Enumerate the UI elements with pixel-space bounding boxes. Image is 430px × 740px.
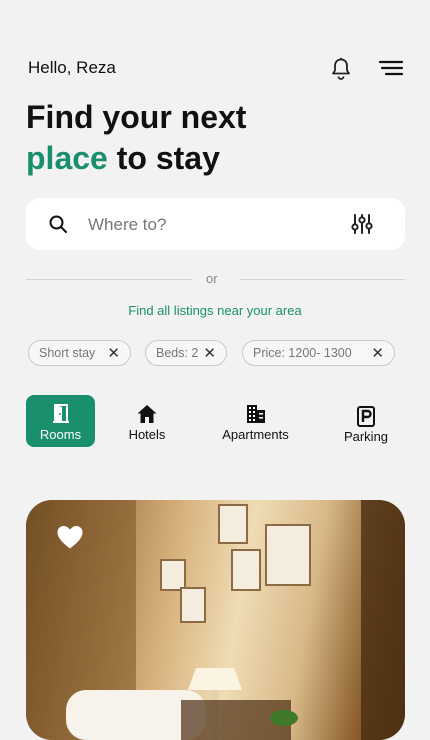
greeting: Hello, Reza bbox=[28, 58, 116, 77]
filter-chip-label: Beds: 2 bbox=[156, 346, 199, 360]
search-bar[interactable] bbox=[26, 198, 405, 250]
category-label: Rooms bbox=[39, 427, 82, 442]
category-label: Parking bbox=[343, 429, 389, 444]
headline-accent: place bbox=[26, 140, 108, 176]
bell-icon[interactable] bbox=[330, 57, 352, 81]
near-listings-link[interactable]: Find all listings near your area bbox=[0, 303, 430, 318]
filter-chip-label: Short stay bbox=[39, 346, 96, 360]
close-icon[interactable]: ✕ bbox=[107, 344, 120, 362]
category-parking[interactable]: Parking bbox=[330, 395, 402, 447]
page-headline: Find your next place to stay bbox=[26, 97, 246, 179]
headline-rest: to stay bbox=[107, 140, 220, 176]
filter-chip-label: Price: 1200- 1300 bbox=[253, 346, 352, 360]
category-apartments[interactable]: Apartments bbox=[208, 395, 303, 447]
heart-icon[interactable] bbox=[56, 524, 84, 550]
filter-sliders-icon[interactable] bbox=[350, 212, 374, 236]
divider-left bbox=[26, 279, 192, 280]
search-icon bbox=[49, 215, 67, 233]
category-label: Apartments bbox=[222, 427, 289, 442]
filter-chip-short-stay[interactable]: Short stay ✕ bbox=[28, 340, 131, 366]
divider-right bbox=[240, 279, 405, 280]
close-icon[interactable]: ✕ bbox=[203, 344, 216, 362]
category-hotels[interactable]: Hotels bbox=[112, 395, 182, 447]
headline-line2: place to stay bbox=[26, 138, 246, 179]
filter-chip-beds[interactable]: Beds: 2 ✕ bbox=[145, 340, 227, 366]
building-icon bbox=[246, 405, 265, 423]
home-icon bbox=[137, 405, 157, 423]
filter-chip-price[interactable]: Price: 1200- 1300 ✕ bbox=[242, 340, 395, 366]
listing-card[interactable] bbox=[26, 500, 405, 740]
divider-text: or bbox=[206, 271, 218, 286]
close-icon[interactable]: ✕ bbox=[371, 344, 384, 362]
headline-line1: Find your next bbox=[26, 99, 247, 135]
search-input[interactable] bbox=[86, 210, 330, 240]
door-icon bbox=[52, 404, 69, 423]
category-label: Hotels bbox=[128, 427, 166, 442]
parking-icon bbox=[357, 406, 375, 427]
menu-icon[interactable] bbox=[378, 59, 404, 79]
category-rooms[interactable]: Rooms bbox=[26, 395, 95, 447]
